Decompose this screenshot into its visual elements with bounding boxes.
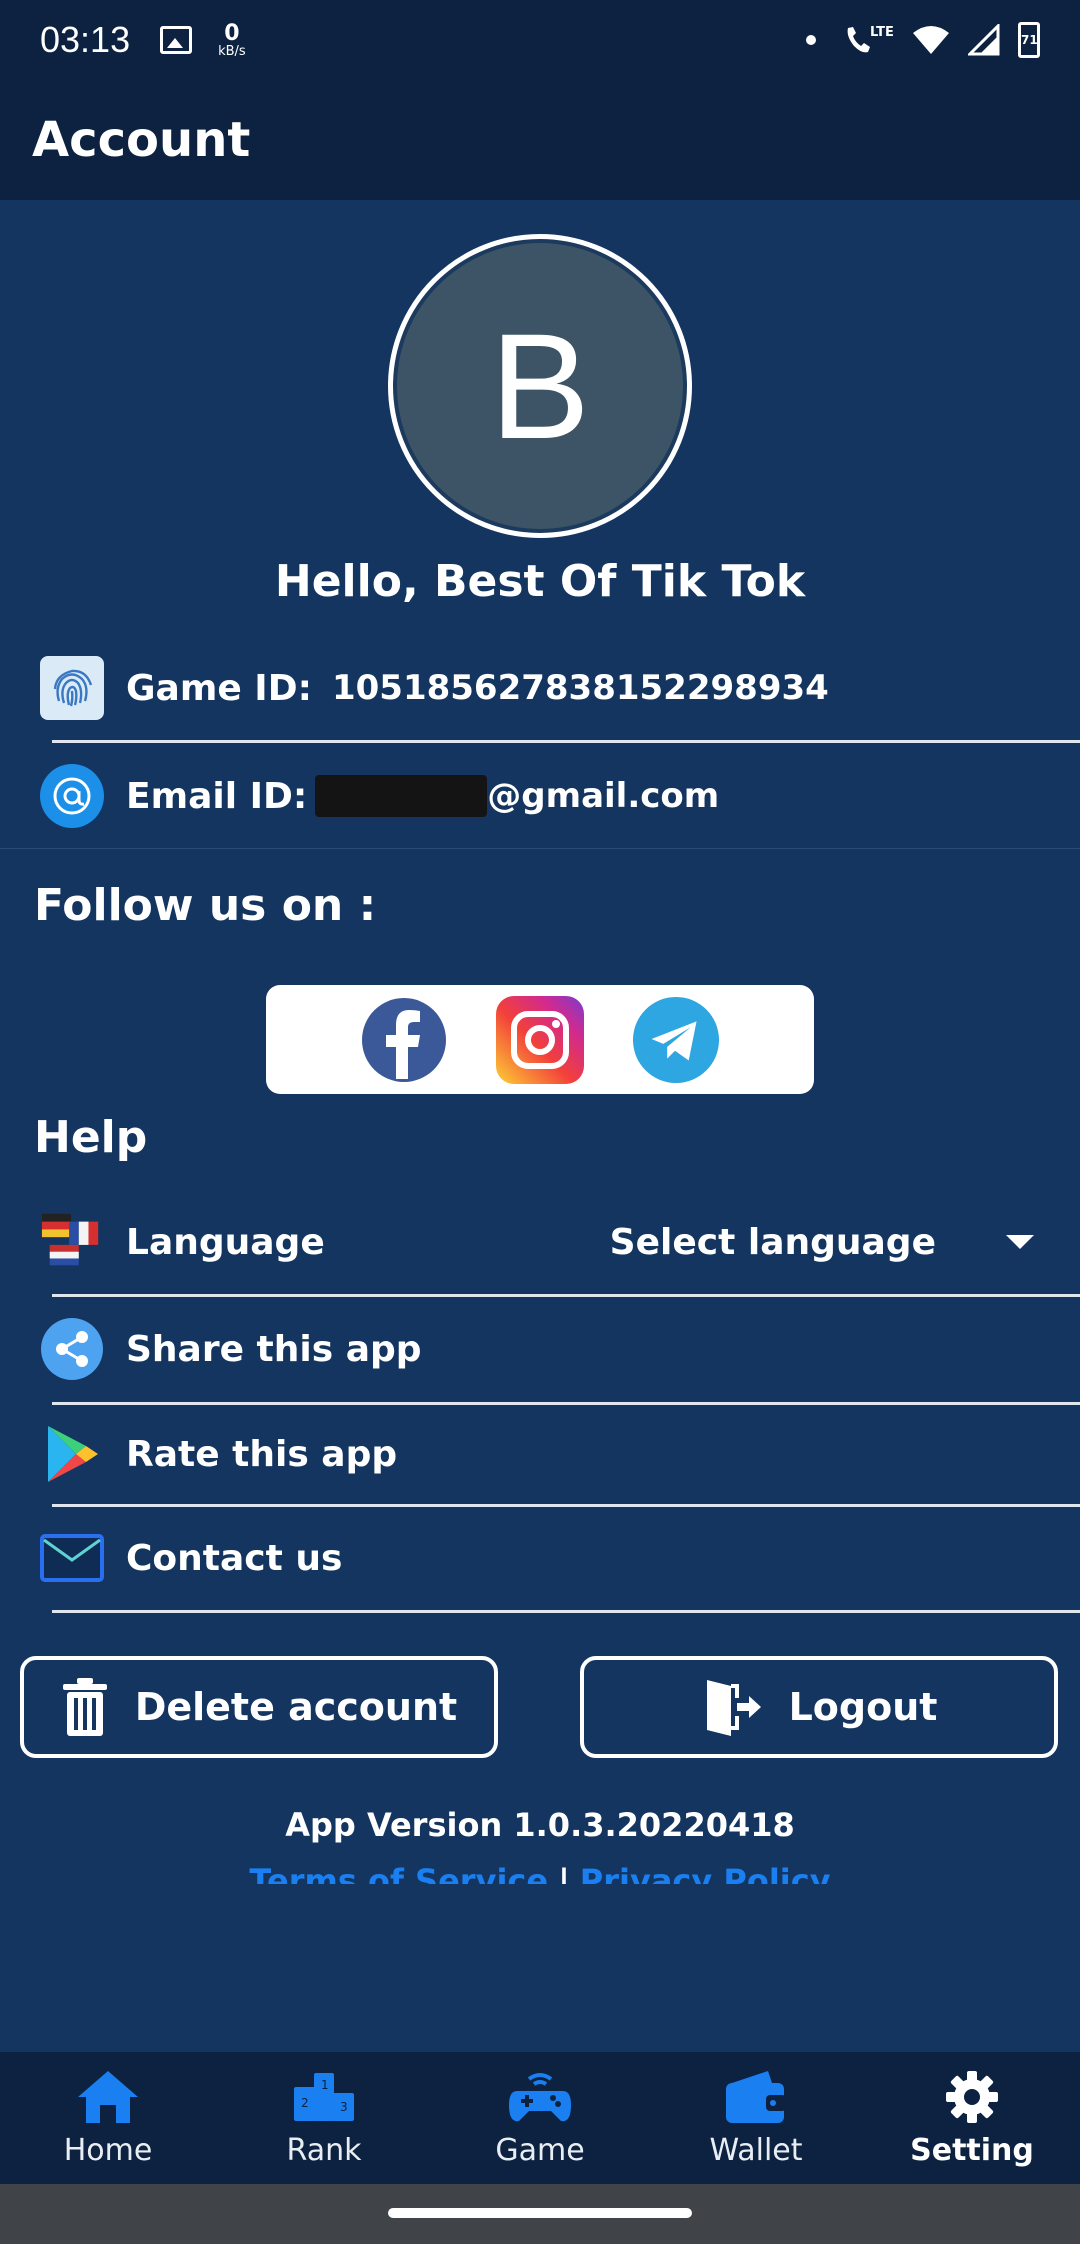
email-row: Email ID: @gmail.com: [0, 744, 1080, 848]
instagram-icon: [496, 995, 584, 1084]
mail-icon: [40, 1526, 104, 1590]
rate-app-label: Rate this app: [126, 1433, 398, 1475]
share-app-row[interactable]: Share this app: [0, 1297, 1080, 1401]
app-version: App Version 1.0.3.20220418: [285, 1806, 795, 1844]
delete-account-label: Delete account: [134, 1685, 458, 1729]
email-redacted: [315, 775, 488, 817]
nav-game[interactable]: Game: [432, 2052, 648, 2184]
nav-home[interactable]: Home: [0, 2052, 216, 2184]
nav-home-label: Home: [63, 2132, 153, 2168]
rate-app-row[interactable]: Rate this app: [0, 1402, 1080, 1506]
trash-icon: [62, 1678, 107, 1736]
chevron-down-icon: [1006, 1235, 1034, 1249]
facebook-button[interactable]: [360, 996, 448, 1084]
home-icon: [75, 2069, 141, 2125]
status-bar: 03:13 0 kB/s LTE 71: [0, 0, 1080, 80]
cell-signal-icon: [968, 24, 1000, 56]
telegram-button[interactable]: [632, 996, 720, 1084]
avatar[interactable]: B: [388, 234, 692, 538]
wallet-icon: [723, 2069, 789, 2125]
podium-icon: 1 2 3: [291, 2069, 357, 2125]
network-speed: 0 kB/s: [218, 20, 246, 59]
gamepad-icon: [507, 2069, 573, 2125]
avatar-letter: B: [489, 301, 591, 470]
logout-button[interactable]: Logout: [580, 1656, 1058, 1758]
facebook-icon: [362, 997, 446, 1082]
svg-text:3: 3: [340, 2100, 348, 2114]
svg-text:2: 2: [301, 2096, 309, 2110]
language-flags-icon: [40, 1210, 104, 1274]
logout-label: Logout: [788, 1685, 938, 1729]
play-store-icon: [40, 1422, 104, 1486]
language-dropdown[interactable]: Select language: [610, 1222, 1034, 1263]
telegram-icon: [632, 996, 720, 1083]
nav-rank-label: Rank: [286, 2132, 362, 2168]
help-title: Help: [34, 1112, 148, 1163]
instagram-button[interactable]: [496, 995, 584, 1084]
bottom-nav: Home 1 2 3 Rank Game Wallet Setting: [0, 2052, 1080, 2184]
share-icon: [40, 1317, 104, 1381]
follow-title: Follow us on :: [34, 880, 377, 931]
terms-link[interactable]: Terms of Service: [249, 1862, 548, 1884]
contact-us-label: Contact us: [126, 1537, 343, 1579]
nav-wallet[interactable]: Wallet: [648, 2052, 864, 2184]
battery-icon: 71: [1018, 22, 1040, 58]
network-type: LTE: [870, 25, 894, 40]
share-app-label: Share this app: [126, 1328, 422, 1370]
image-notification-icon: [160, 26, 193, 54]
logout-door-icon: [706, 1680, 761, 1736]
email-domain: @gmail.com: [487, 776, 720, 816]
contact-us-row[interactable]: Contact us: [0, 1506, 1080, 1610]
app-bar: Account: [0, 80, 1080, 200]
language-label: Language: [126, 1221, 325, 1263]
nav-game-label: Game: [495, 2132, 585, 2168]
phone-lte-icon: LTE: [847, 25, 894, 53]
nav-rank[interactable]: 1 2 3 Rank: [216, 2052, 432, 2184]
privacy-link[interactable]: Privacy Policy: [580, 1862, 831, 1884]
gear-icon: [939, 2069, 1005, 2125]
fingerprint-icon: [40, 656, 104, 720]
game-id-label: Game ID:: [126, 667, 312, 709]
section-divider: [0, 848, 1080, 849]
at-sign-icon: [40, 764, 104, 828]
social-links-card: [266, 985, 814, 1094]
network-speed-unit: kB/s: [218, 43, 246, 59]
nav-wallet-label: Wallet: [709, 2132, 803, 2168]
notification-dot-icon: [806, 35, 816, 45]
legal-separator: |: [558, 1862, 570, 1884]
network-speed-value: 0: [224, 20, 240, 46]
status-time: 03:13: [40, 19, 131, 60]
nav-setting[interactable]: Setting: [864, 2052, 1080, 2184]
delete-account-button[interactable]: Delete account: [20, 1656, 498, 1758]
email-label: Email ID:: [126, 775, 308, 817]
status-icons: LTE 71: [806, 22, 1040, 58]
nav-setting-label: Setting: [910, 2132, 1034, 2168]
game-id-value: 105185627838152298934: [331, 668, 829, 708]
game-id-row: Game ID: 105185627838152298934: [0, 636, 1080, 740]
page-title: Account: [32, 112, 251, 168]
divider: [52, 740, 1080, 743]
divider: [52, 1610, 1080, 1613]
legal-links: Terms of Service | Privacy Policy: [0, 1862, 1080, 1884]
system-gesture-bar: [0, 2184, 1080, 2244]
home-gesture-handle[interactable]: [388, 2208, 692, 2218]
svg-text:1: 1: [321, 2078, 329, 2092]
language-row[interactable]: Language Select language: [0, 1190, 1080, 1294]
greeting-text: Hello, Best Of Tik Tok: [274, 556, 806, 607]
language-select-value: Select language: [609, 1221, 936, 1263]
wifi-icon: [913, 26, 949, 54]
